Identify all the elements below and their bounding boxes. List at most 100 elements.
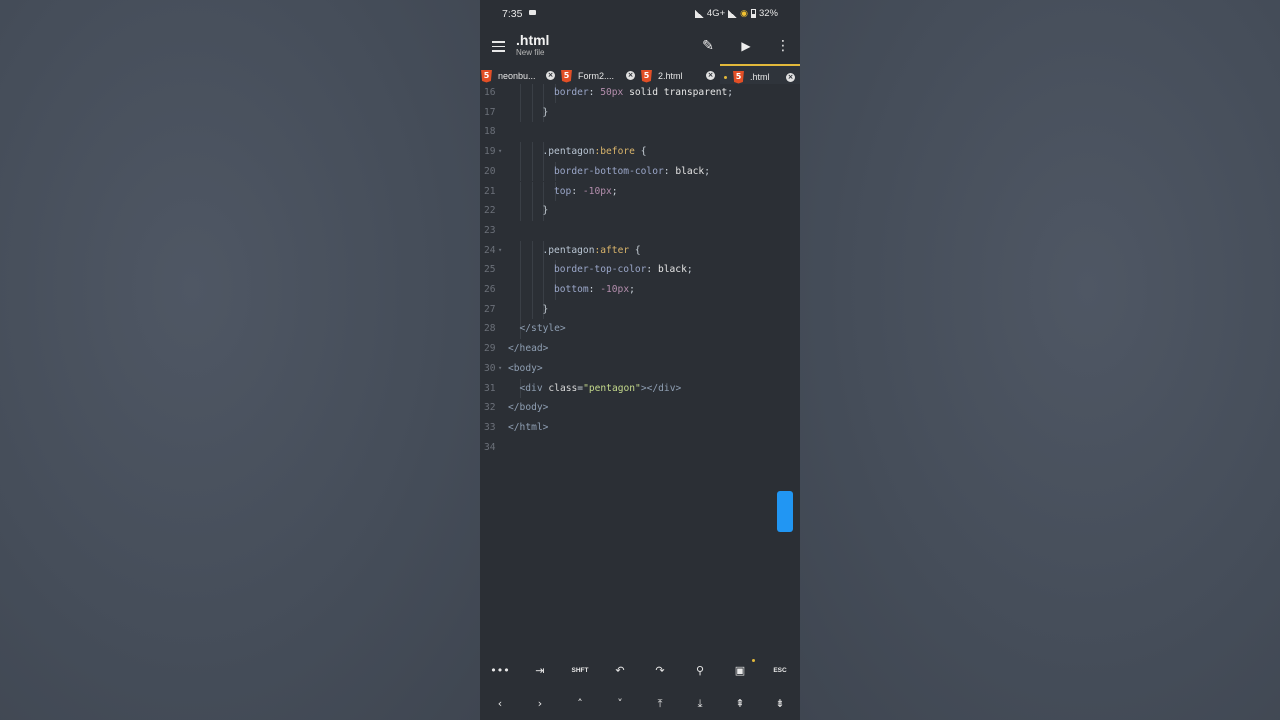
html5-icon: 5 xyxy=(641,69,652,83)
code-editor[interactable]: 16 border: 50px solid transparent; 17} 18 19… xyxy=(480,84,800,654)
indent-guide xyxy=(520,181,521,202)
doc-end-key[interactable]: ⤓ xyxy=(680,687,720,720)
code-line[interactable]: 18 xyxy=(480,122,800,142)
tab-close-icon[interactable]: × xyxy=(706,71,715,80)
app-bar: .html New file ✎ ▶ ⋮ xyxy=(480,28,800,64)
code-token: .pentagon xyxy=(542,146,595,158)
code-line[interactable]: 23 xyxy=(480,221,800,241)
fold-arrow-icon[interactable]: ▾ xyxy=(498,142,502,162)
line-number: 31 xyxy=(484,382,496,394)
scrollbar-thumb[interactable] xyxy=(777,491,793,532)
indent-guide xyxy=(520,142,521,162)
battery-level: 32% xyxy=(758,8,778,19)
line-number: 33 xyxy=(484,421,496,433)
code-line[interactable]: 19 ▾ .pentagon:before { xyxy=(480,142,800,162)
code-line[interactable]: 30 ▾ <body> xyxy=(480,359,800,379)
indent-guide xyxy=(531,260,533,280)
doc-start-key[interactable]: ⤒ xyxy=(640,687,680,720)
arrow-up-key[interactable]: ˄ xyxy=(560,687,600,720)
arrow-left-key[interactable]: ‹ xyxy=(480,687,520,720)
code-text: .pentagon:before { xyxy=(543,142,647,162)
code-token: ; xyxy=(629,284,635,295)
code-text: </head> xyxy=(508,339,548,359)
code-line[interactable]: 34 xyxy=(480,438,800,458)
status-time: 7:35 xyxy=(502,8,523,20)
file-subtitle: New file xyxy=(516,48,545,57)
code-line[interactable]: 24 ▾ .pentagon:after { xyxy=(480,240,800,261)
code-line[interactable]: 22} xyxy=(480,201,800,221)
code-line[interactable]: 20 border-bottom-color: black; xyxy=(480,161,800,182)
page-up-key[interactable]: ⇞ xyxy=(720,687,760,720)
indent-guide xyxy=(531,280,533,300)
data-saver-icon: ◉ xyxy=(740,8,748,18)
code-line[interactable]: 32 </body> xyxy=(480,398,800,418)
fold-arrow-icon[interactable]: ▾ xyxy=(498,241,502,261)
signal-icon-2 xyxy=(728,9,738,18)
line-number: 28 xyxy=(484,323,496,335)
arrow-right-key[interactable]: › xyxy=(520,687,560,720)
tab-close-icon[interactable]: × xyxy=(786,73,795,82)
line-number: 17 xyxy=(484,106,496,118)
code-token: border-top-color xyxy=(554,264,647,276)
indent-guide xyxy=(520,102,521,123)
arrow-down-key[interactable]: ˅ xyxy=(600,687,640,720)
code-token: <div xyxy=(519,382,549,394)
code-line[interactable]: 28 </style> xyxy=(480,319,800,340)
code-line[interactable]: 25 border-top-color: black; xyxy=(480,260,800,280)
run-play-icon[interactable]: ▶ xyxy=(736,36,756,56)
esc-key[interactable]: ESC xyxy=(760,654,800,687)
undo-key[interactable]: ↶ xyxy=(600,654,640,687)
line-number: 32 xyxy=(484,402,496,414)
more-key[interactable]: ••• xyxy=(480,654,520,687)
code-line[interactable]: 27} xyxy=(480,299,800,320)
code-line[interactable]: 16 border: 50px solid transparent; xyxy=(480,84,800,103)
code-line[interactable]: 26 bottom: -10px; xyxy=(480,280,800,300)
tab-key[interactable]: ⇥ xyxy=(520,654,560,687)
code-token: : xyxy=(588,87,601,98)
indent-guide xyxy=(520,240,521,261)
code-token: ; xyxy=(704,165,710,177)
shift-key[interactable]: SHFT xyxy=(560,654,600,687)
more-vert-icon[interactable]: ⋮ xyxy=(773,36,793,56)
edit-pencil-icon[interactable]: ✎ xyxy=(698,36,718,56)
code-token: </body> xyxy=(508,402,549,414)
keys-row-2: ‹ › ˄ ˅ ⤒ ⤓ ⇞ ⇟ xyxy=(480,687,800,720)
html5-icon: 5 xyxy=(561,69,572,83)
code-token: } xyxy=(542,106,549,118)
code-line[interactable]: 33 </html> xyxy=(480,418,800,438)
indent-guide xyxy=(531,102,533,123)
code-text: } xyxy=(543,300,549,320)
indent-guide xyxy=(520,299,521,320)
tab-label: 2.html xyxy=(658,71,683,81)
indent-guide xyxy=(531,201,533,221)
tab-close-icon[interactable]: × xyxy=(626,71,635,80)
menu-icon[interactable] xyxy=(490,36,510,56)
line-number: 22 xyxy=(484,205,496,217)
code-text: </body> xyxy=(508,398,548,418)
line-number: 26 xyxy=(484,284,496,295)
line-number: 27 xyxy=(484,303,496,315)
indent-guide xyxy=(531,161,533,182)
indent-guide xyxy=(543,84,544,103)
fold-arrow-icon[interactable]: ▾ xyxy=(498,359,502,379)
line-number: 20 xyxy=(484,165,496,177)
code-line[interactable]: 17} xyxy=(480,102,800,123)
code-line[interactable]: 31 <div class="pentagon"></div> xyxy=(480,378,800,399)
code-token: : xyxy=(588,284,601,295)
code-text: border-bottom-color: black; xyxy=(554,162,710,182)
code-token: "pentagon" xyxy=(583,382,641,394)
code-line[interactable]: 21 top: -10px; xyxy=(480,181,800,202)
code-text: } xyxy=(543,201,549,221)
indent-guide xyxy=(520,201,521,221)
tab-close-icon[interactable]: × xyxy=(546,71,555,80)
status-bar: 7:35 4G+ ◉ 32% xyxy=(480,0,800,28)
code-token: black xyxy=(675,165,705,177)
indent-guide xyxy=(531,84,533,103)
page-down-key[interactable]: ⇟ xyxy=(760,687,800,720)
indent-guide xyxy=(520,84,521,103)
code-token: <body> xyxy=(508,362,543,374)
modified-dot xyxy=(724,75,727,79)
code-line[interactable]: 29 </head> xyxy=(480,339,800,359)
search-key[interactable]: ⚲ xyxy=(680,654,720,687)
redo-key[interactable]: ↷ xyxy=(640,654,680,687)
